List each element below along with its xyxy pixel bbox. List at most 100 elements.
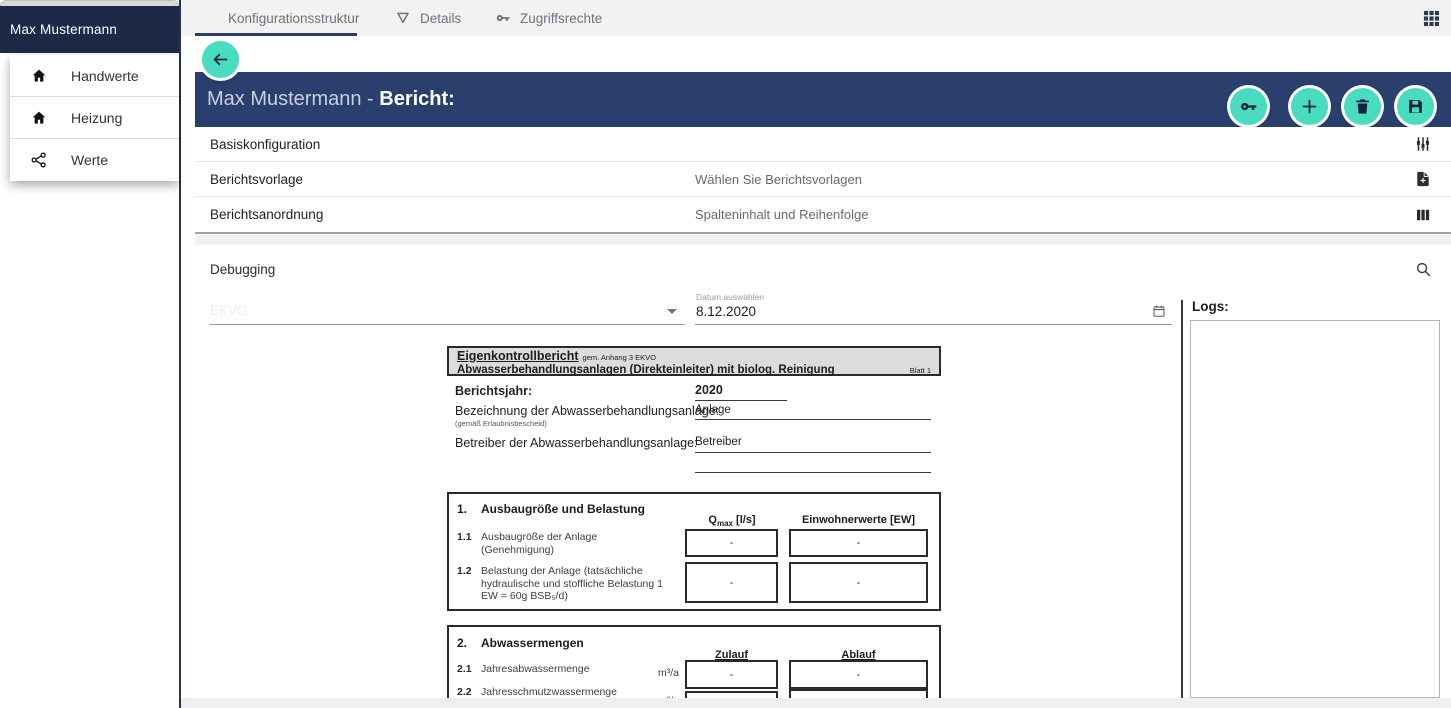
tab-bar: Konfigurationsstruktur Details Zugriffsr… — [181, 0, 1451, 36]
row-label: Jahresabwassermenge — [481, 663, 631, 676]
sidebar-user-name: Max Mustermann — [10, 22, 117, 37]
value-cell — [789, 689, 928, 698]
value-cell: - — [789, 660, 928, 689]
report-sheet-number: Blatt 1 — [910, 365, 931, 377]
note-add-icon[interactable] — [1414, 170, 1432, 188]
logs-output — [1190, 320, 1440, 698]
value-cell: - — [685, 562, 778, 603]
row-value: Spalteninhalt und Reihenfolge — [695, 207, 868, 222]
section-divider — [195, 235, 1451, 245]
select-value: EKVO — [210, 303, 248, 318]
section-title: Ausbaugröße und Belastung — [481, 502, 645, 516]
row-label: Belastung der Anlage (tatsächliche hydra… — [481, 565, 677, 603]
back-button[interactable] — [202, 41, 239, 78]
tune-sliders-icon[interactable] — [1414, 135, 1432, 153]
sidebar-item-heizung[interactable]: Heizung — [10, 97, 179, 139]
sidebar-item-label: Heizung — [71, 110, 122, 126]
report-type-select[interactable]: EKVO — [210, 294, 685, 325]
section-title: Abwassermengen — [481, 636, 584, 650]
main-area: Konfigurationsstruktur Details Zugriffsr… — [181, 0, 1451, 708]
value-cell — [685, 691, 778, 698]
apps-grid-icon[interactable] — [1423, 10, 1440, 27]
columns-icon[interactable] — [1414, 206, 1432, 224]
row-basiskonfiguration[interactable]: Basiskonfiguration — [195, 127, 1451, 162]
debugging-title: Debugging — [210, 262, 275, 277]
field-label-bezeichnung: Bezeichnung der Abwasserbehandlungsanlag… — [455, 404, 719, 418]
permissions-button[interactable] — [1230, 88, 1267, 125]
add-button[interactable] — [1291, 88, 1328, 125]
dropdown-arrow-icon — [667, 309, 677, 314]
bottom-scroll-track[interactable] — [181, 698, 1451, 708]
report-subtitle: Abwasserbehandlungsanlagen (Direkteinlei… — [457, 364, 835, 376]
home-icon — [30, 67, 48, 85]
row-number: 2.1 — [457, 663, 472, 675]
tab-konfigurationsstruktur[interactable]: Konfigurationsstruktur — [195, 0, 357, 36]
field-label-berichtsjahr: Berichtsjahr: — [455, 384, 532, 398]
field-underline — [695, 419, 931, 420]
section-number: 1. — [457, 502, 467, 516]
section-1-box: 1. Ausbaugröße und Belastung Qmax [l/s] … — [447, 492, 941, 611]
field-underline — [695, 400, 787, 401]
logs-title: Logs: — [1192, 299, 1229, 314]
row-label: Berichtsvorlage — [210, 172, 303, 187]
tab-label: Konfigurationsstruktur — [228, 11, 359, 26]
row-berichtsvorlage[interactable]: Berichtsvorlage Wählen Sie Berichtsvorla… — [195, 162, 1451, 197]
row-label: Berichtsanordnung — [210, 207, 323, 222]
row-number: 1.2 — [457, 565, 472, 577]
tab-label: Zugriffsrechte — [520, 11, 602, 26]
field-value-betreiber: Betreiber — [695, 436, 742, 448]
unit-label: m³/a — [627, 667, 679, 679]
field-sublabel-bezeichnung: (gemäß Erlaubnisbescheid) — [455, 419, 547, 428]
logs-divider — [1181, 300, 1183, 698]
value-cell: - — [789, 529, 928, 557]
page-title-prefix: Max Mustermann - — [207, 88, 379, 111]
section-number: 2. — [457, 636, 467, 650]
report-header-box: Eigenkontrollbericht gem. Anhang 3 EKVO A… — [447, 346, 941, 376]
sidebar-item-handwerte[interactable]: Handwerte — [10, 55, 179, 97]
field-value-bezeichnung: Anlage — [695, 404, 731, 416]
page-title: Bericht: — [379, 88, 455, 111]
search-icon[interactable] — [1415, 261, 1432, 278]
home-icon — [30, 109, 48, 127]
sidebar: Max Mustermann Handwerte Heizung Werte — [0, 0, 181, 708]
funnel-icon — [395, 10, 411, 26]
key-icon — [1239, 97, 1258, 116]
field-value-berichtsjahr: 2020 — [695, 383, 723, 397]
field-underline — [695, 452, 931, 453]
value-cell: - — [685, 660, 778, 689]
tab-label: Details — [420, 11, 461, 26]
report-title-note: gem. Anhang 3 EKVO — [583, 353, 656, 362]
debugging-card: Debugging EKVO Datum auswählen 8.12.2020… — [195, 245, 1451, 698]
share-icon — [30, 151, 48, 169]
plus-icon — [1300, 97, 1319, 116]
date-picker-field[interactable]: Datum auswählen 8.12.2020 — [695, 278, 1172, 325]
delete-button[interactable] — [1344, 88, 1381, 125]
row-value: Wählen Sie Berichtsvorlagen — [695, 172, 862, 187]
sidebar-item-label: Werte — [71, 152, 108, 168]
sidebar-user-header[interactable]: Max Mustermann — [0, 6, 179, 53]
save-button[interactable] — [1397, 88, 1434, 125]
back-arrow-icon — [211, 50, 230, 69]
row-berichtsanordnung[interactable]: Berichtsanordnung Spalteninhalt und Reih… — [195, 197, 1451, 232]
sidebar-item-werte[interactable]: Werte — [10, 139, 179, 181]
tab-zugriffsrechte[interactable]: Zugriffsrechte — [495, 0, 602, 36]
section-2-box: 2. Abwassermengen Zulauf Ablauf 2.1 Jahr… — [447, 625, 941, 698]
calendar-icon[interactable] — [1152, 304, 1166, 318]
config-rows-card: Basiskonfiguration Berichtsvorlage Wähle… — [195, 127, 1451, 234]
date-picker-label: Datum auswählen — [696, 292, 764, 302]
column-header-qmax: Qmax [l/s] — [685, 514, 779, 528]
trash-icon — [1353, 97, 1372, 116]
row-label: Ausbaugröße der Anlage (Genehmigung) — [481, 531, 641, 556]
field-label-betreiber: Betreiber der Abwasserbehandlungsanlage: — [455, 436, 698, 450]
save-icon — [1406, 97, 1425, 116]
row-number: 2.2 — [457, 686, 472, 698]
sidebar-item-label: Handwerte — [71, 68, 139, 84]
value-cell: - — [685, 529, 778, 557]
row-number: 1.1 — [457, 531, 472, 543]
date-picker-value: 8.12.2020 — [696, 304, 756, 319]
key-icon — [495, 10, 511, 26]
report-title: Eigenkontrollbericht — [457, 349, 579, 363]
row-label: Basiskonfiguration — [210, 137, 320, 152]
sidebar-menu: Handwerte Heizung Werte — [10, 55, 179, 181]
tab-details[interactable]: Details — [395, 0, 461, 36]
